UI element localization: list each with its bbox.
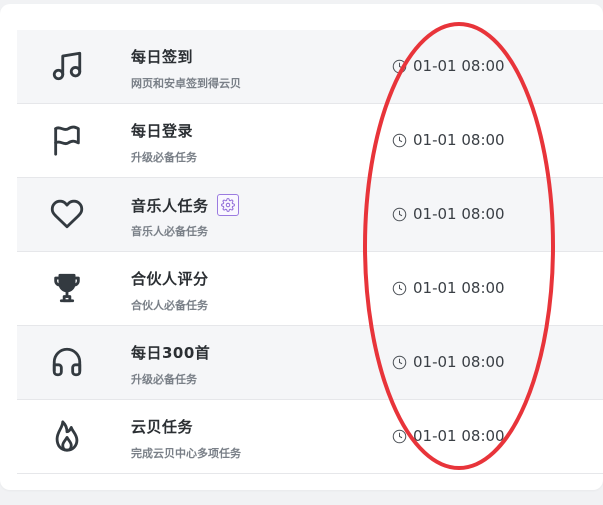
task-time: 01-01 08:00: [392, 427, 505, 445]
task-subtitle: 音乐人必备任务: [131, 225, 208, 238]
task-title: 每日登录: [131, 120, 193, 141]
task-row-daily-300[interactable]: 每日300首 升级必备任务 01-01 08:00: [17, 326, 603, 400]
task-card: 每日签到 网页和安卓签到得云贝 01-01 08:00 每日登录 升级必备任务 …: [0, 4, 603, 490]
task-title-text: 每日登录: [131, 122, 194, 140]
task-time-text: 01-01 08:00: [413, 427, 505, 445]
task-row-cloud-coin[interactable]: 云贝任务 完成云贝中心多项任务 01-01 08:00: [17, 400, 603, 474]
task-subtitle: 完成云贝中心多项任务: [131, 447, 241, 460]
task-title-text: 每日签到: [131, 48, 194, 66]
task-title-text: 合伙人评分: [131, 270, 209, 288]
task-row-daily-checkin[interactable]: 每日签到 网页和安卓签到得云贝 01-01 08:00: [17, 30, 603, 104]
task-subtitle: 网页和安卓签到得云贝: [131, 77, 241, 90]
task-time-text: 01-01 08:00: [413, 279, 505, 297]
task-time: 01-01 08:00: [392, 57, 505, 75]
task-subtitle: 合伙人必备任务: [131, 299, 208, 312]
clock-icon: [392, 207, 407, 222]
task-title: 每日签到: [131, 46, 193, 67]
clock-icon: [392, 133, 407, 148]
flag-icon: [49, 122, 85, 158]
headphones-icon: [49, 344, 85, 380]
music-note-icon: [49, 48, 85, 84]
task-list: 每日签到 网页和安卓签到得云贝 01-01 08:00 每日登录 升级必备任务 …: [17, 30, 603, 474]
heart-icon: [49, 196, 85, 232]
clock-icon: [392, 355, 407, 370]
task-time: 01-01 08:00: [392, 279, 505, 297]
clock-icon: [392, 59, 407, 74]
task-row-partner-rating[interactable]: 合伙人评分 合伙人必备任务 01-01 08:00: [17, 252, 603, 326]
task-row-musician[interactable]: 音乐人任务 音乐人必备任务 01-01 08:00: [17, 178, 603, 252]
task-time: 01-01 08:00: [392, 353, 505, 371]
task-time-text: 01-01 08:00: [413, 57, 505, 75]
task-title-text: 每日300首: [131, 344, 211, 362]
task-title: 音乐人任务: [131, 194, 239, 216]
task-time-text: 01-01 08:00: [413, 353, 505, 371]
clock-icon: [392, 429, 407, 444]
task-row-daily-login[interactable]: 每日登录 升级必备任务 01-01 08:00: [17, 104, 603, 178]
gear-icon[interactable]: [216, 194, 239, 216]
task-time: 01-01 08:00: [392, 131, 505, 149]
task-time: 01-01 08:00: [392, 205, 505, 223]
task-subtitle: 升级必备任务: [131, 151, 197, 164]
task-title: 合伙人评分: [131, 268, 209, 289]
task-time-text: 01-01 08:00: [413, 205, 505, 223]
task-title-text: 云贝任务: [131, 418, 194, 436]
clock-icon: [392, 281, 407, 296]
fire-icon: [49, 418, 85, 454]
task-subtitle: 升级必备任务: [131, 373, 197, 386]
task-title: 每日300首: [131, 342, 210, 363]
task-title: 云贝任务: [131, 416, 193, 437]
trophy-icon: [49, 270, 85, 306]
task-title-text: 音乐人任务: [131, 196, 209, 215]
task-time-text: 01-01 08:00: [413, 131, 505, 149]
